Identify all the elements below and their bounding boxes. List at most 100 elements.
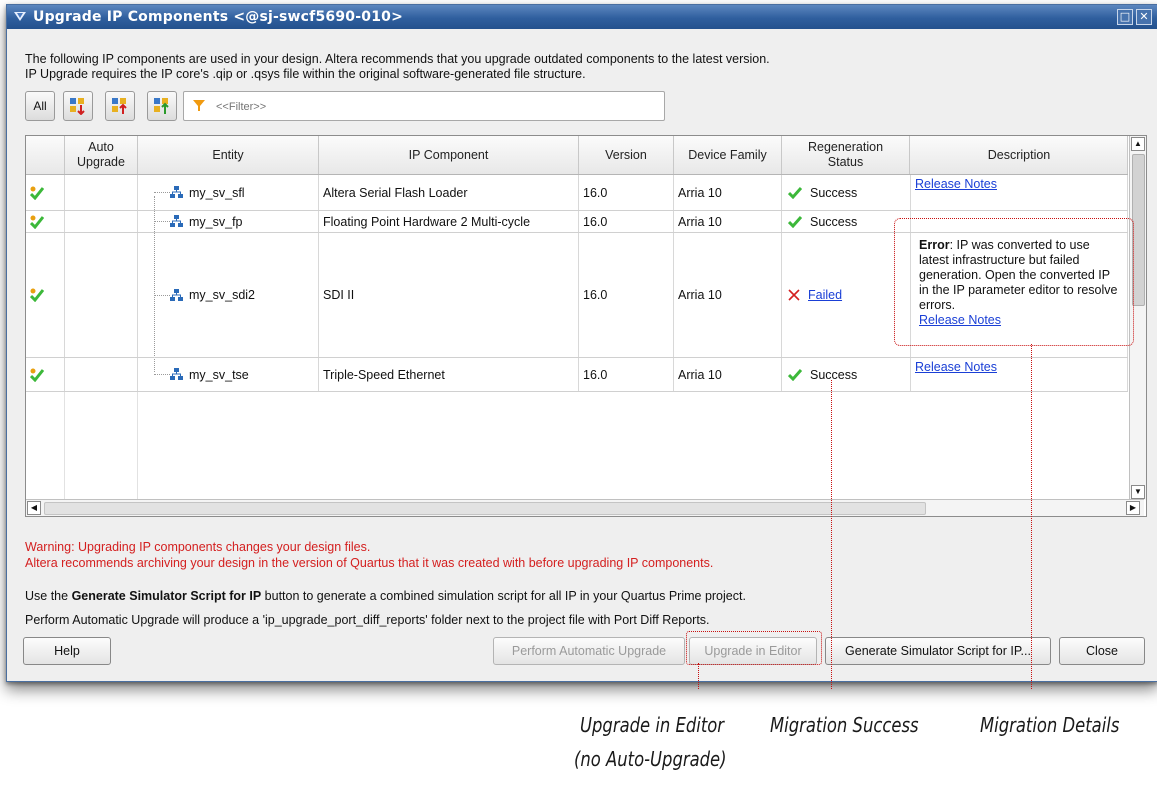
warning-line-1: Warning: Upgrading IP components changes… <box>25 540 371 554</box>
version-cell: 16.0 <box>579 358 674 391</box>
auto-upgrade-cell[interactable] <box>65 175 138 210</box>
auto-upgrade-cell[interactable] <box>65 358 138 391</box>
device-family-cell: Arria 10 <box>674 175 782 210</box>
caption-no-auto-upgrade: (no Auto-Upgrade) <box>574 747 727 771</box>
horizontal-scroll-thumb[interactable] <box>44 502 926 515</box>
intro-line-2: IP Upgrade requires the IP core's .qip o… <box>25 67 586 81</box>
version-cell: 16.0 <box>579 233 674 357</box>
col-header-icon[interactable] <box>26 136 65 174</box>
generate-simulator-script-button[interactable]: Generate Simulator Script for IP... <box>825 637 1051 665</box>
app-icon <box>14 12 26 21</box>
status-cell: Failed <box>782 233 911 357</box>
caption-migration-details: Migration Details <box>980 713 1120 737</box>
filter-input[interactable] <box>214 97 648 117</box>
title-bar[interactable]: Upgrade IP Components <@sj-swcf5690-010>… <box>7 5 1157 29</box>
col-header-version[interactable]: Version <box>579 136 674 174</box>
horizontal-scrollbar[interactable]: ◀ ▶ <box>26 499 1144 516</box>
upgrade-status-icon <box>26 233 65 357</box>
migration-details-pointer <box>1031 344 1032 689</box>
col-header-regeneration-status[interactable]: Regeneration Status <box>782 136 910 174</box>
entity-name: my_sv_fp <box>189 214 243 229</box>
col-header-entity[interactable]: Entity <box>138 136 319 174</box>
description-cell: Release Notes <box>911 358 1128 391</box>
scroll-down-icon[interactable]: ▼ <box>1131 485 1145 499</box>
filter-outdated-icon[interactable] <box>63 91 93 121</box>
version-cell: 16.0 <box>579 211 674 232</box>
col-header-auto-upgrade[interactable]: Auto Upgrade <box>65 136 138 174</box>
col-header-description[interactable]: Description <box>911 136 1128 174</box>
table-row[interactable]: my_sv_sfl Altera Serial Flash Loader 16.… <box>26 175 1128 211</box>
status-cell: Success <box>782 175 911 210</box>
filter-current-icon[interactable] <box>147 91 177 121</box>
filter-upgrade-icon[interactable] <box>105 91 135 121</box>
check-icon <box>788 368 802 381</box>
close-button[interactable]: Close <box>1059 637 1145 665</box>
info-line-1: Use the Generate Simulator Script for IP… <box>25 589 746 603</box>
perform-automatic-upgrade-button[interactable]: Perform Automatic Upgrade <box>493 637 685 665</box>
funnel-icon[interactable] <box>192 98 206 112</box>
description-cell: Release Notes <box>911 175 1128 210</box>
auto-upgrade-cell[interactable] <box>65 211 138 232</box>
hierarchy-icon <box>170 288 183 301</box>
upgrade-status-icon <box>26 211 65 232</box>
entity-cell[interactable]: my_sv_sdi2 <box>138 233 319 357</box>
status-text: Success <box>810 367 858 382</box>
hierarchy-icon <box>170 186 183 198</box>
caption-upgrade-editor: Upgrade in Editor <box>580 713 725 737</box>
entity-name: my_sv_sdi2 <box>189 288 255 302</box>
entity-cell[interactable]: my_sv_sfl <box>138 175 319 210</box>
check-icon <box>788 215 802 228</box>
filter-all-button[interactable]: All <box>25 91 55 121</box>
upgrade-status-icon <box>26 358 65 391</box>
col-header-device-family[interactable]: Device Family <box>674 136 782 174</box>
entity-cell[interactable]: my_sv_fp <box>138 211 319 232</box>
ip-component-cell: Altera Serial Flash Loader <box>319 175 579 210</box>
device-family-cell: Arria 10 <box>674 211 782 232</box>
maximize-icon[interactable]: □ <box>1117 9 1133 25</box>
device-family-cell: Arria 10 <box>674 358 782 391</box>
filter-box[interactable] <box>183 91 665 121</box>
help-button[interactable]: Help <box>23 637 111 665</box>
release-notes-link[interactable]: Release Notes <box>915 177 997 191</box>
col-header-ip-component[interactable]: IP Component <box>319 136 579 174</box>
hierarchy-icon <box>170 215 183 227</box>
version-cell: 16.0 <box>579 175 674 210</box>
ip-component-cell: Triple-Speed Ethernet <box>319 358 579 391</box>
device-family-cell: Arria 10 <box>674 233 782 357</box>
close-icon[interactable]: ✕ <box>1136 9 1152 25</box>
intro-text: The following IP components are used in … <box>25 52 770 82</box>
info-bold-text: Generate Simulator Script for IP <box>71 589 262 603</box>
release-notes-link[interactable]: Release Notes <box>915 360 997 374</box>
status-cell: Success <box>782 358 911 391</box>
table-row[interactable]: my_sv_tse Triple-Speed Ethernet 16.0 Arr… <box>26 358 1128 392</box>
intro-line-1: The following IP components are used in … <box>25 52 770 66</box>
auto-upgrade-cell[interactable] <box>65 233 138 357</box>
scroll-right-icon[interactable]: ▶ <box>1126 501 1140 515</box>
info-line-2: Perform Automatic Upgrade will produce a… <box>25 613 710 627</box>
info-text: Use the <box>25 589 72 603</box>
window-title: Upgrade IP Components <@sj-swcf5690-010> <box>33 9 404 25</box>
entity-name: my_sv_tse <box>189 367 249 382</box>
scroll-left-icon[interactable]: ◀ <box>27 501 41 515</box>
status-text: Success <box>810 185 858 200</box>
upgrade-status-icon <box>26 175 65 210</box>
entity-name: my_sv_sfl <box>189 185 245 200</box>
ip-component-cell: Floating Point Hardware 2 Multi-cycle <box>319 211 579 232</box>
caption-migration-success: Migration Success <box>770 713 919 737</box>
status-cell: Success <box>782 211 911 232</box>
check-icon <box>788 186 802 199</box>
scroll-up-icon[interactable]: ▲ <box>1131 137 1145 151</box>
table-header: Auto Upgrade Entity IP Component Version… <box>26 136 1128 175</box>
warning-line-2: Altera recommends archiving your design … <box>25 556 714 570</box>
status-text: Success <box>810 214 858 229</box>
warning-text: Warning: Upgrading IP components changes… <box>25 539 713 571</box>
hierarchy-icon <box>170 368 183 380</box>
upgrade-editor-callout <box>686 631 822 665</box>
failed-x-icon <box>788 289 800 301</box>
upgrade-editor-pointer <box>698 663 699 689</box>
failed-link[interactable]: Failed <box>808 288 842 302</box>
info-text: button to generate a combined simulation… <box>261 589 746 603</box>
migration-details-callout <box>894 218 1134 346</box>
ip-component-cell: SDI II <box>319 233 579 357</box>
entity-cell[interactable]: my_sv_tse <box>138 358 319 391</box>
